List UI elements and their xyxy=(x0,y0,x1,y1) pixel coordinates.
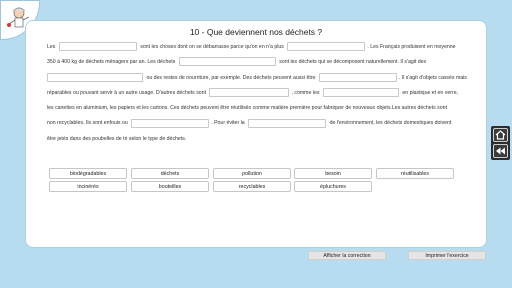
show-correction-button[interactable]: Afficher la correction xyxy=(308,251,386,260)
text-line-6: non recyclables. Ils sont enfouis ou . P… xyxy=(47,116,477,131)
text-fragment: ou des restes de nourriture, par exemple… xyxy=(146,74,316,81)
blank-field-3[interactable] xyxy=(178,57,276,67)
text-fragment: sont les choses dont on se débarrasse pa… xyxy=(140,44,284,50)
page-title: 10 - Que deviennent nos déchets ? xyxy=(189,27,323,37)
text-fragment: les canettes en aluminium, les papiers e… xyxy=(47,105,447,112)
word-chip[interactable]: déchets xyxy=(131,168,209,179)
text-fragment: . Il s'agit d'objets cassés mais xyxy=(398,74,467,81)
blank-field-5[interactable] xyxy=(318,72,397,82)
blank-field-2[interactable] xyxy=(287,42,366,52)
blank-field-8[interactable] xyxy=(131,118,210,128)
cloze-text: Les sont les choses dont on se débarrass… xyxy=(47,40,477,147)
text-line-2: 350 à 400 kg de déchets ménagers par an.… xyxy=(47,55,477,70)
text-line-3: ou des restes de nourriture, par exemple… xyxy=(47,71,477,86)
text-fragment: . Les Français produisent en moyenne xyxy=(367,44,456,50)
home-icon[interactable] xyxy=(493,128,508,142)
text-fragment: , comme les xyxy=(291,89,320,96)
blank-field-9[interactable] xyxy=(248,118,327,128)
text-line-1: Les sont les choses dont on se débarrass… xyxy=(47,40,477,55)
blank-field-6[interactable] xyxy=(209,88,290,98)
text-fragment: être jetés dans des poubelles de tri sel… xyxy=(47,135,187,142)
word-chip[interactable]: incinérés xyxy=(49,181,127,192)
rewind-icon[interactable] xyxy=(493,144,508,158)
text-fragment: 350 à 400 kg de déchets ménagers par an.… xyxy=(47,59,176,66)
exercise-card: 10 - Que deviennent nos déchets ? Les so… xyxy=(26,21,486,260)
text-fragment: . Pour éviter la xyxy=(211,120,245,127)
text-line-5: les canettes en aluminium, les papiers e… xyxy=(47,101,477,116)
text-fragment: Les xyxy=(47,44,56,50)
word-chip[interactable]: besoin xyxy=(294,168,372,179)
text-fragment: de l'environnement, les déchets domestiq… xyxy=(329,120,452,127)
text-line-7: être jetés dans des poubelles de tri sel… xyxy=(47,132,477,147)
word-chip[interactable]: réutilisables xyxy=(376,168,454,179)
print-exercise-button[interactable]: Imprimer l'exercice xyxy=(408,251,486,260)
blank-field-7[interactable] xyxy=(322,88,399,98)
word-chip[interactable]: pollution xyxy=(213,168,291,179)
word-chip[interactable]: épluchures xyxy=(294,181,372,192)
blank-field-1[interactable] xyxy=(58,42,137,52)
text-fragment: en plastique et en verre, xyxy=(402,89,459,96)
text-fragment: réparables ou pouvant servir à un autre … xyxy=(47,89,207,96)
word-chip[interactable]: bouteilles xyxy=(131,181,209,192)
text-fragment: sont les déchets qui se décomposent natu… xyxy=(279,59,427,66)
word-chip[interactable]: biodégradables xyxy=(49,168,127,179)
nav-panel xyxy=(491,126,510,160)
text-line-4: réparables ou pouvant servir à un autre … xyxy=(47,86,477,101)
blank-field-4[interactable] xyxy=(47,72,143,82)
text-fragment: non recyclables. Ils sont enfouis ou xyxy=(47,120,128,127)
word-chip[interactable]: recyclables xyxy=(213,181,291,192)
